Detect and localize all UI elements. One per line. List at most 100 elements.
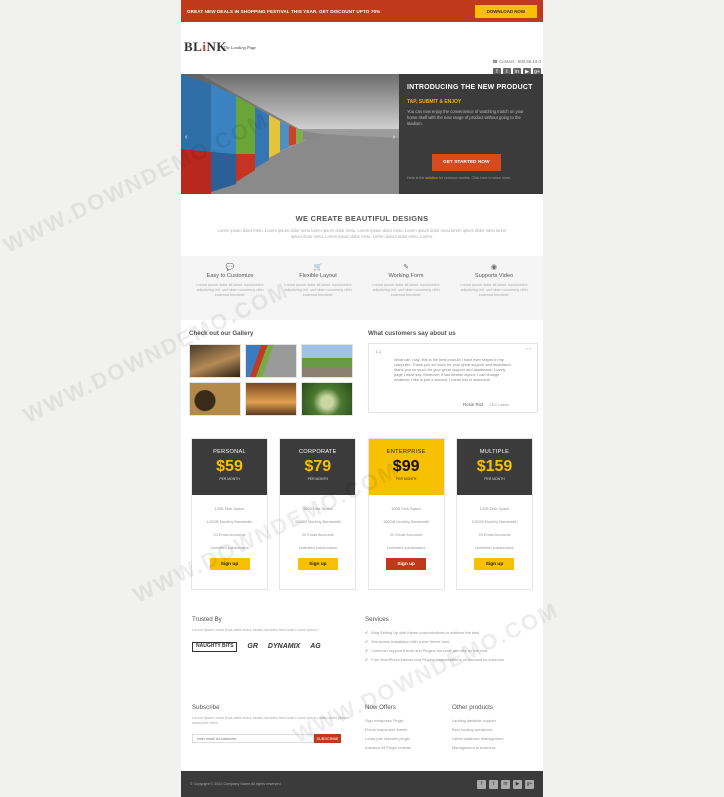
gallery-testimonial-row: Check out our Gallery What customers say…: [181, 330, 543, 425]
pricing-plan-corporate: CORPORATE $79 PER MONTH 300B Disk Space …: [279, 438, 357, 590]
product-link[interactable]: Latest database management: [452, 734, 543, 743]
testimonial-author: Rosie Riot CEO, Leader: [463, 402, 509, 407]
hero-subtitle: TAP, SUBMIT & ENJOY: [407, 99, 462, 105]
offer-link[interactable]: Finest responsive theme: [365, 725, 446, 734]
trusted-title: Trusted By: [192, 616, 222, 623]
gallery-thumb-huts[interactable]: [245, 344, 297, 378]
youtube-icon[interactable]: ▶: [513, 779, 522, 789]
plan-feature: Unlimited subdomains: [387, 545, 426, 550]
hero-slider[interactable]: ‹ ›: [181, 74, 399, 194]
pencil-icon: ✎: [403, 264, 409, 271]
trusted-by-section: Trusted By Lorem ipsum metu that statis …: [181, 616, 353, 696]
offers-section: Now Offers Sign wordpress Plugin Finest …: [353, 704, 446, 768]
chat-icon: 💬: [225, 264, 235, 271]
feature-item: 🛒 Flexible Layout Lorem ipsum dolor sit …: [274, 256, 362, 320]
brand-logo-dynamix: DYNAMIX: [267, 643, 301, 651]
quote-icon: “: [375, 347, 383, 364]
plan-price: $159: [476, 458, 513, 475]
plan-period: PER MONTH: [219, 477, 240, 481]
check-icon: ✔: [365, 630, 369, 635]
gallery-thumb-fisheye[interactable]: [301, 382, 353, 416]
hero-small-suffix: for common doubts. Click here to know mo…: [438, 176, 512, 180]
slider-prev-icon[interactable]: ‹: [185, 134, 187, 141]
feature-desc: Lorem ipsum dolor sit amet, consectetur …: [284, 283, 352, 297]
brand-logo-ag: AG: [310, 643, 321, 651]
product-link[interactable]: Landing landable support: [452, 716, 543, 725]
linkedin-icon[interactable]: in: [501, 779, 510, 789]
feature-desc: Lorem ipsum dolor sit amet, consectetur …: [372, 283, 440, 297]
gallery-thumb-crowd[interactable]: [189, 344, 241, 378]
plan-feature: Unlimited subdomains: [475, 545, 514, 550]
plan-header: ENTERPRISE $99 PER MONTH: [368, 439, 444, 495]
offer-link[interactable]: Advance All Plugin ontents: [365, 743, 446, 752]
services-list: ✔ Blog Setting Up with theme customizatio…: [365, 628, 543, 664]
plan-feature: 20 Email Accounts: [478, 532, 511, 537]
designs-title: WE CREATE BEAUTIFUL DESIGNS: [295, 214, 429, 223]
brand-logo-gr: GR: [247, 643, 258, 651]
gallery-thumb-tunnels[interactable]: [189, 382, 241, 416]
offer-link[interactable]: Sign wordpress Plugin: [365, 716, 446, 725]
plan-price: $99: [392, 458, 420, 475]
feature-desc: Lorem ipsum dolor sit amet, consectetur …: [196, 283, 264, 297]
testimonial-section: What customers say about us “ « » What c…: [361, 330, 543, 425]
download-now-button[interactable]: DOWNLOAD NOW: [474, 4, 537, 18]
sign-up-button-enterprise[interactable]: Sign up: [386, 558, 427, 570]
subscribe-email-input[interactable]: [192, 734, 314, 743]
plan-period: PER MONTH: [484, 477, 505, 481]
googleplus-icon[interactable]: g+: [525, 779, 534, 789]
plan-period: PER MONTH: [395, 477, 417, 481]
offers-title: Now Offers: [365, 704, 396, 711]
services-title: Services: [365, 616, 389, 623]
subscribe-button[interactable]: SUBSCRIBE: [314, 734, 341, 743]
subscribe-section: Subscribe Lorem ipsum metu that statis d…: [181, 704, 353, 768]
subscribe-form: SUBSCRIBE: [192, 734, 353, 743]
sign-up-button-multiple[interactable]: Sign up: [474, 558, 515, 570]
designs-text: Lorem ipsum dolor metu. Lorem ipsum dolo…: [217, 228, 507, 239]
list-item: ✔ Wordpress Installation with a free them…: [365, 637, 543, 646]
sign-up-button-personal[interactable]: Sign up: [209, 558, 250, 570]
service-text: Free WordPress themes and Plugins custom…: [371, 657, 505, 662]
plan-feature: Unlimited subdomains: [298, 545, 337, 550]
logo-prefix: BL: [184, 39, 203, 54]
site-footer: © Copyright © 2013 Company Name All righ…: [181, 771, 543, 797]
facebook-icon[interactable]: f: [477, 779, 486, 789]
product-link[interactable]: Management to business: [452, 743, 543, 752]
get-started-button[interactable]: GET STARTED NOW: [432, 154, 501, 171]
plan-feature: 100GB Monthly Bandwidth: [206, 519, 253, 524]
plan-name: CORPORATE: [298, 449, 337, 455]
gallery-thumb-room[interactable]: [245, 382, 297, 416]
plan-feature: 300GB Monthly Bandwidth: [294, 519, 341, 524]
slider-next-icon[interactable]: ›: [393, 134, 395, 141]
list-item: ✔ Free WordPress themes and Plugins custo…: [365, 655, 543, 664]
subscribe-text: Lorem ipsum metu that statis dolor sedas…: [192, 715, 350, 725]
footer-social-icons: f t in ▶ g+: [477, 779, 534, 789]
others-list: Landing landable support Best hosting wo…: [452, 716, 543, 752]
gallery-title: Check out our Gallery: [189, 330, 254, 337]
promo-bar: GREAT NEW DEALS IN SHOPPING FESTIVAL THI…: [181, 0, 543, 22]
beach-huts-image: [181, 74, 399, 194]
testimonial-quote: What can I say, this is the best product…: [394, 357, 512, 382]
trusted-text: Lorem ipsum metu that statis dolor sedas…: [192, 627, 319, 632]
gallery-thumb-road[interactable]: [301, 344, 353, 378]
hero-section: ‹ › INTRODUCING THE NEW PRODUCT TAP, SUB…: [181, 74, 543, 194]
logo[interactable]: BLiNK: [184, 39, 227, 55]
sign-up-button-corporate[interactable]: Sign up: [297, 558, 338, 570]
plan-feature: 100GB Monthly Bandwidth: [471, 519, 518, 524]
check-icon: ✔: [365, 648, 369, 653]
subscribe-title: Subscribe: [192, 704, 220, 711]
twitter-icon[interactable]: t: [489, 779, 498, 789]
check-icon: ✔: [365, 639, 369, 644]
testimonial-nav-icon[interactable]: « »: [525, 346, 531, 351]
designs-section: WE CREATE BEAUTIFUL DESIGNS Lorem ipsum …: [181, 194, 543, 256]
offer-link[interactable]: Looks just between plugin: [365, 734, 446, 743]
product-link[interactable]: Best hosting wordpress: [452, 725, 543, 734]
plan-feature: 100GB Monthly Bandwidth: [383, 519, 430, 524]
service-text: Customer support theme and Plugins via e…: [371, 648, 488, 653]
hero-small-text: Hear is the solution for common doubts. …: [407, 176, 511, 180]
pricing-plan-personal: PERSONAL $59 PER MONTH 100B Disk Space 1…: [191, 438, 268, 590]
feature-item: ◉ Supports Video Lorem ipsum dolor sit a…: [450, 256, 538, 320]
hero-panel: INTRODUCING THE NEW PRODUCT TAP, SUBMIT …: [399, 74, 543, 194]
contact-text: Contact : 600.55.13.0: [499, 59, 541, 64]
contact-phone: ☎ Contact : 600.55.13.0: [492, 59, 541, 64]
hero-small-link[interactable]: solution: [425, 176, 437, 180]
